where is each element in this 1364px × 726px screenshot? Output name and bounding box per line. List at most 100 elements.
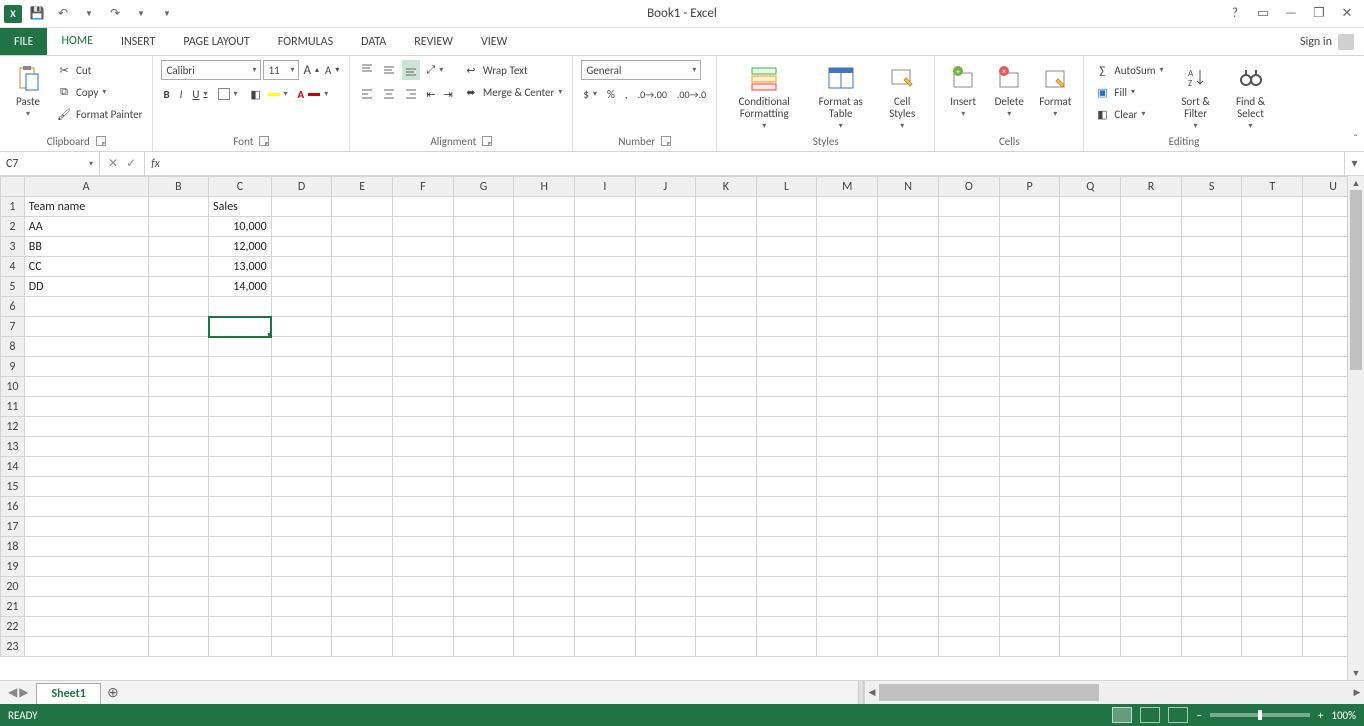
cell-T22[interactable]: [1242, 617, 1303, 637]
cell-P6[interactable]: [999, 297, 1060, 317]
cell-T14[interactable]: [1242, 457, 1303, 477]
cell-L16[interactable]: [756, 497, 817, 517]
cell-O23[interactable]: [938, 637, 999, 657]
cell-N13[interactable]: [878, 437, 939, 457]
cell-O8[interactable]: [938, 337, 999, 357]
cell-N2[interactable]: [878, 217, 939, 237]
zoom-level[interactable]: 100%: [1331, 709, 1356, 722]
cell-I4[interactable]: [575, 257, 635, 277]
cell-T15[interactable]: [1242, 477, 1303, 497]
cell-S5[interactable]: [1181, 277, 1242, 297]
cell-T7[interactable]: [1242, 317, 1303, 337]
close-button[interactable]: ✕: [1334, 4, 1360, 24]
cell-E21[interactable]: [332, 597, 393, 617]
cell-Q11[interactable]: [1060, 397, 1121, 417]
cell-P11[interactable]: [999, 397, 1060, 417]
cell-J15[interactable]: [635, 477, 695, 497]
cell-A10[interactable]: [24, 377, 148, 397]
cell-G19[interactable]: [453, 557, 514, 577]
horizontal-scrollbar[interactable]: ◀ ▶: [864, 681, 1364, 704]
orientation-button[interactable]: ⤢▾: [424, 60, 445, 80]
cell-B5[interactable]: [148, 277, 209, 297]
cell-M7[interactable]: [817, 317, 878, 337]
cell-G3[interactable]: [453, 237, 514, 257]
column-header-H[interactable]: H: [514, 177, 575, 197]
cell-G16[interactable]: [453, 497, 514, 517]
column-header-F[interactable]: F: [393, 177, 454, 197]
normal-view-button[interactable]: [1112, 707, 1132, 723]
cell-I19[interactable]: [575, 557, 635, 577]
cell-C16[interactable]: [209, 497, 272, 517]
cell-H16[interactable]: [514, 497, 575, 517]
cell-R15[interactable]: [1121, 477, 1182, 497]
cell-I6[interactable]: [575, 297, 635, 317]
cell-T20[interactable]: [1242, 577, 1303, 597]
cell-K4[interactable]: [696, 257, 757, 277]
cell-J18[interactable]: [635, 537, 695, 557]
cell-D20[interactable]: [271, 577, 332, 597]
cell-F14[interactable]: [393, 457, 454, 477]
cell-H23[interactable]: [514, 637, 575, 657]
cell-P4[interactable]: [999, 257, 1060, 277]
cell-N7[interactable]: [878, 317, 939, 337]
cell-J8[interactable]: [635, 337, 695, 357]
cell-J5[interactable]: [635, 277, 695, 297]
paste-button[interactable]: Paste▾: [8, 60, 48, 121]
cell-N8[interactable]: [878, 337, 939, 357]
cell-B18[interactable]: [148, 537, 209, 557]
cell-O13[interactable]: [938, 437, 999, 457]
cell-S11[interactable]: [1181, 397, 1242, 417]
clear-button[interactable]: ◧Clear▾: [1092, 104, 1165, 124]
cell-Q8[interactable]: [1060, 337, 1121, 357]
cell-S16[interactable]: [1181, 497, 1242, 517]
cell-J23[interactable]: [635, 637, 695, 657]
cell-F21[interactable]: [393, 597, 454, 617]
cell-P5[interactable]: [999, 277, 1060, 297]
cell-G11[interactable]: [453, 397, 514, 417]
cell-Q19[interactable]: [1060, 557, 1121, 577]
cell-E16[interactable]: [332, 497, 393, 517]
cell-D2[interactable]: [271, 217, 332, 237]
cell-C20[interactable]: [209, 577, 272, 597]
cell-J21[interactable]: [635, 597, 695, 617]
cell-M5[interactable]: [817, 277, 878, 297]
undo-button[interactable]: ↶: [52, 3, 74, 25]
cell-I20[interactable]: [575, 577, 635, 597]
cell-T5[interactable]: [1242, 277, 1303, 297]
row-header-19[interactable]: 19: [1, 557, 25, 577]
cell-F9[interactable]: [393, 357, 454, 377]
cell-N19[interactable]: [878, 557, 939, 577]
number-dialog-launcher[interactable]: [661, 136, 671, 146]
cell-T23[interactable]: [1242, 637, 1303, 657]
row-header-4[interactable]: 4: [1, 257, 25, 277]
cell-Q17[interactable]: [1060, 517, 1121, 537]
cell-O5[interactable]: [938, 277, 999, 297]
cell-H20[interactable]: [514, 577, 575, 597]
cell-E18[interactable]: [332, 537, 393, 557]
column-header-D[interactable]: D: [271, 177, 332, 197]
cell-C9[interactable]: [209, 357, 272, 377]
cell-N16[interactable]: [878, 497, 939, 517]
cell-J16[interactable]: [635, 497, 695, 517]
cell-N5[interactable]: [878, 277, 939, 297]
cell-F12[interactable]: [393, 417, 454, 437]
cell-R1[interactable]: [1121, 197, 1182, 217]
cell-J20[interactable]: [635, 577, 695, 597]
column-header-J[interactable]: J: [635, 177, 695, 197]
cell-K13[interactable]: [696, 437, 757, 457]
cell-M17[interactable]: [817, 517, 878, 537]
cell-I21[interactable]: [575, 597, 635, 617]
row-header-8[interactable]: 8: [1, 337, 25, 357]
cell-I3[interactable]: [575, 237, 635, 257]
cell-O21[interactable]: [938, 597, 999, 617]
fill-color-button[interactable]: ◧▾: [246, 84, 290, 104]
cell-L22[interactable]: [756, 617, 817, 637]
cell-H22[interactable]: [514, 617, 575, 637]
cell-N9[interactable]: [878, 357, 939, 377]
cell-G8[interactable]: [453, 337, 514, 357]
cell-L23[interactable]: [756, 637, 817, 657]
cell-N15[interactable]: [878, 477, 939, 497]
cell-E3[interactable]: [332, 237, 393, 257]
select-all-corner[interactable]: [1, 177, 25, 197]
cell-P18[interactable]: [999, 537, 1060, 557]
